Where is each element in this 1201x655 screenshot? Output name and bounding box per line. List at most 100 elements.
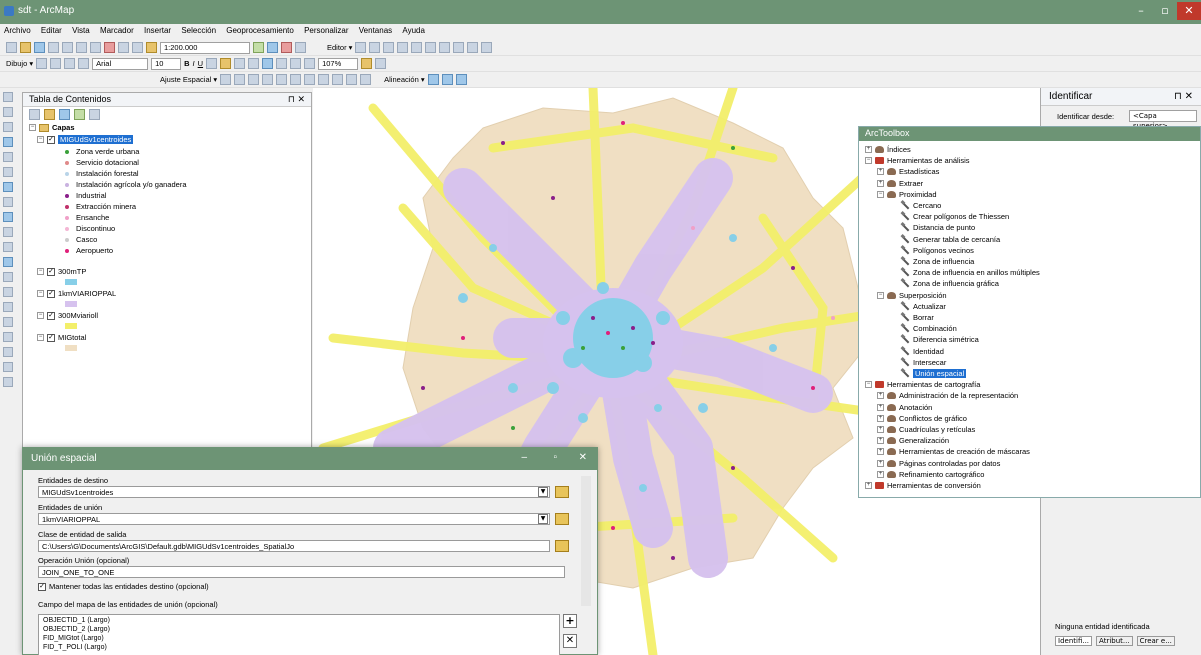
undo-icon[interactable] xyxy=(118,42,129,53)
layer-visibility-checkbox[interactable]: ✓ xyxy=(47,289,55,298)
toolbox-item[interactable]: Combinación xyxy=(889,324,957,333)
georef-icon[interactable] xyxy=(453,42,465,53)
find-icon[interactable] xyxy=(3,317,13,327)
layout-zoom-combo[interactable]: 107% xyxy=(318,57,359,70)
layer-name[interactable]: 300Mviarioll xyxy=(58,311,98,320)
delete-icon[interactable] xyxy=(104,42,115,53)
toolbox-item[interactable]: Zona de influencia gráfica xyxy=(889,279,999,288)
underline-button[interactable]: U xyxy=(198,59,203,68)
fixed-zoom-in-icon[interactable] xyxy=(3,152,13,162)
layer-visibility-checkbox[interactable]: ✓ xyxy=(47,267,55,276)
close-button[interactable]: ✕ xyxy=(1177,2,1201,20)
tab-create-features[interactable]: Crear e... xyxy=(1136,636,1175,646)
rotate-icon[interactable] xyxy=(411,42,423,53)
remove-field-button[interactable]: ✕ xyxy=(563,634,577,648)
toc-pin-close[interactable]: ⊓ ✕ xyxy=(288,94,305,105)
vertex-snap-icon[interactable] xyxy=(262,74,274,85)
select-elements-icon[interactable] xyxy=(36,58,48,69)
field-item[interactable]: FID_T_POLI (Largo) xyxy=(43,644,107,651)
go-to-xy-icon[interactable] xyxy=(3,347,13,357)
snapping-menu[interactable]: Ajuste Espacial ▾ xyxy=(160,75,217,84)
toc-root-layers[interactable]: − Capas xyxy=(29,123,75,132)
cut-icon[interactable] xyxy=(62,42,73,53)
copy-icon[interactable] xyxy=(76,42,87,53)
toolbox-item[interactable]: + Herramientas de conversión xyxy=(865,481,981,490)
viewer-icon[interactable] xyxy=(3,377,13,387)
back-extent-icon[interactable] xyxy=(3,182,13,192)
toolbox-item[interactable]: − Proximidad xyxy=(877,190,937,199)
hyperlink-icon[interactable] xyxy=(3,272,13,282)
collapse-icon[interactable]: − xyxy=(37,312,44,319)
toolbox-item[interactable]: + Refinamiento cartográfico xyxy=(877,470,984,479)
new-text-icon[interactable] xyxy=(78,58,90,69)
toolbox-item[interactable]: Intersecar xyxy=(889,358,946,367)
expand-icon[interactable]: + xyxy=(877,459,884,467)
toc-options-icon[interactable] xyxy=(89,109,100,120)
save-icon[interactable] xyxy=(34,42,45,53)
expand-icon[interactable]: + xyxy=(877,414,884,422)
edge-snap-icon[interactable] xyxy=(276,74,288,85)
join-dropdown[interactable]: ▼ xyxy=(538,514,548,524)
arctoolbox-icon[interactable] xyxy=(281,42,292,53)
dialog-close-button[interactable]: ✕ xyxy=(579,452,587,463)
marker-color-icon[interactable] xyxy=(248,58,260,69)
expand-icon[interactable]: − xyxy=(865,157,872,165)
identify-pin-close[interactable]: ⊓ ✕ xyxy=(1174,91,1193,102)
collapse-icon[interactable]: − xyxy=(37,268,44,275)
toolbox-item[interactable]: + Extraer xyxy=(877,179,923,188)
time-slider-icon[interactable] xyxy=(3,362,13,372)
zoom-whole-page-icon[interactable] xyxy=(276,58,288,69)
menu-personalizar[interactable]: Personalizar xyxy=(300,24,352,37)
fixed-zoom-icon[interactable] xyxy=(290,58,302,69)
toc-layer-migudsv1centroides[interactable]: − ✓ MIGUdSv1centroides xyxy=(37,135,134,144)
align-grid-icon[interactable] xyxy=(427,74,439,85)
attributes-icon[interactable] xyxy=(425,42,437,53)
font-color-icon[interactable] xyxy=(206,58,218,69)
line-color-icon[interactable] xyxy=(234,58,246,69)
scale-combo[interactable]: 1:200.000 xyxy=(160,41,250,54)
toolbox-item[interactable]: + Anotación xyxy=(877,403,932,412)
guide-snap-icon[interactable] xyxy=(304,74,316,85)
menu-vista[interactable]: Vista xyxy=(68,24,94,37)
layer-name[interactable]: MIGUdSv1centroides xyxy=(58,135,134,144)
layer-visibility-checkbox[interactable]: ✓ xyxy=(47,135,55,144)
keep-all-checkbox[interactable]: ✓ xyxy=(38,582,46,591)
list-by-drawing-order-icon[interactable] xyxy=(29,109,40,120)
expand-icon[interactable]: − xyxy=(877,291,884,299)
layout-toggle-icon[interactable] xyxy=(361,58,373,69)
target-field[interactable]: MIGUdSv1centroides xyxy=(38,486,550,498)
menu-editar[interactable]: Editar xyxy=(37,24,66,37)
toolbox-item[interactable]: − Herramientas de cartografía xyxy=(865,380,980,389)
open-icon[interactable] xyxy=(20,42,31,53)
html-popup-icon[interactable] xyxy=(3,287,13,297)
grid-snap-icon[interactable] xyxy=(290,74,302,85)
layer-name[interactable]: MIGtotal xyxy=(58,333,86,342)
field-item[interactable]: OBJECTID_1 (Largo) xyxy=(43,617,110,624)
zoom-out-icon[interactable] xyxy=(3,107,13,117)
fieldmap-list[interactable]: OBJECTID_1 (Largo) OBJECTID_2 (Largo) FI… xyxy=(38,614,560,655)
alignment-menu[interactable]: Alineación ▾ xyxy=(384,75,424,84)
toolbox-item[interactable]: Cercano xyxy=(889,201,941,210)
network-icon[interactable] xyxy=(481,42,493,53)
toolbox-item[interactable]: + Generalización xyxy=(877,436,949,445)
list-by-source-icon[interactable] xyxy=(44,109,55,120)
layer-visibility-checkbox[interactable]: ✓ xyxy=(47,311,55,320)
bold-button[interactable]: B xyxy=(184,59,189,68)
zoom-in-icon[interactable] xyxy=(3,92,13,102)
toolbox-item[interactable]: Actualizar xyxy=(889,302,946,311)
dialog-scrollbar[interactable] xyxy=(581,476,591,606)
select-arrow-icon[interactable] xyxy=(220,74,232,85)
straight-segment-icon[interactable] xyxy=(383,42,395,53)
dialog-maximize-button[interactable]: ▫ xyxy=(553,452,557,463)
tangent-snap-icon[interactable] xyxy=(346,74,358,85)
end-snap-icon[interactable] xyxy=(248,74,260,85)
toolbox-item[interactable]: Distancia de punto xyxy=(889,223,975,232)
menu-insertar[interactable]: Insertar xyxy=(140,24,175,37)
list-by-visibility-icon[interactable] xyxy=(59,109,70,120)
layout-pan-icon[interactable] xyxy=(304,58,316,69)
drawing-menu[interactable]: Dibujo ▾ xyxy=(6,59,33,68)
tab-attributes[interactable]: Atribut... xyxy=(1096,636,1133,646)
dialog-minimize-button[interactable]: – xyxy=(521,452,527,463)
full-extent-icon[interactable] xyxy=(3,137,13,147)
toolbox-item[interactable]: Zona de influencia en anillos múltiples xyxy=(889,268,1040,277)
